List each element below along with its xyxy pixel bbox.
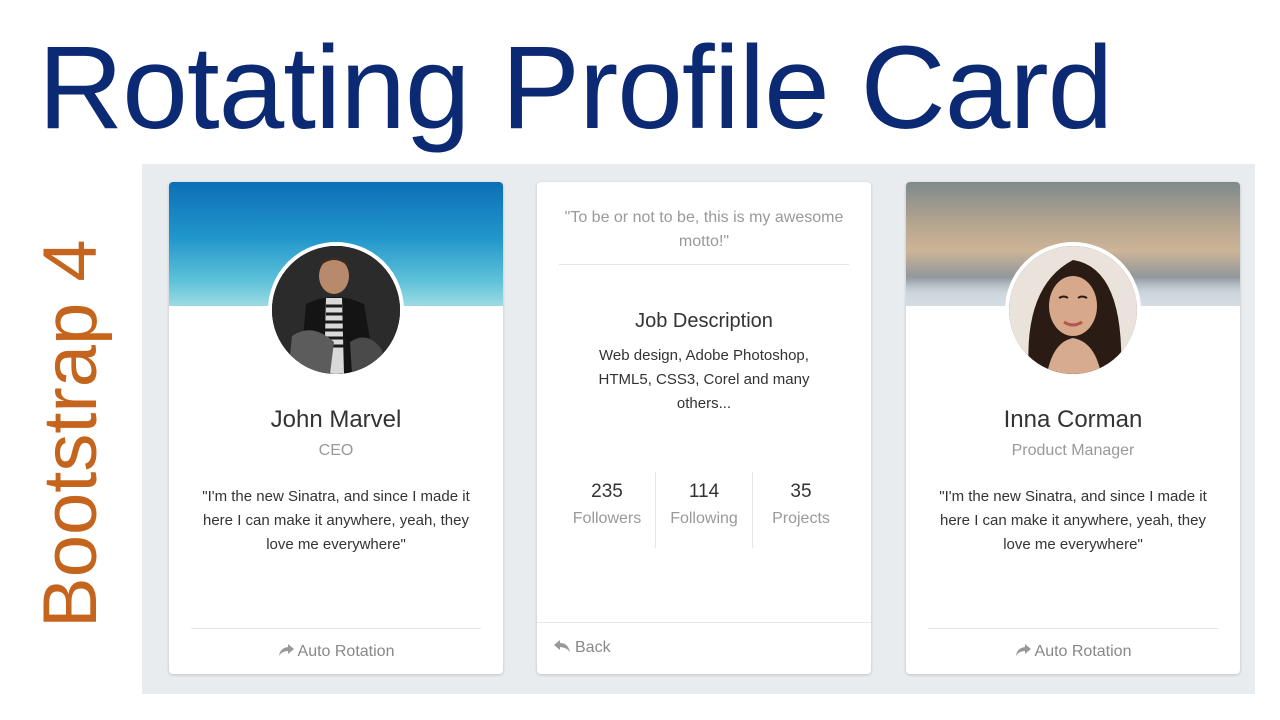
profile-quote: "I'm the new Sinatra, and since I made i…	[939, 488, 1207, 553]
side-title: Bootstrap 4	[28, 239, 113, 628]
profile-role: CEO	[318, 442, 354, 459]
stat-value: 35	[790, 481, 812, 502]
stat-value: 235	[591, 481, 623, 502]
stat-label: Projects	[772, 510, 830, 527]
profile-card-back: "To be or not to be, this is my awesome …	[537, 182, 871, 674]
profile-card-front-1: John Marvel CEO "I'm the new Sinatra, an…	[169, 182, 503, 674]
stats-row: 235 Followers 114 Following 35 Projects	[559, 472, 849, 548]
stat-followers: 235 Followers	[559, 472, 655, 548]
motto: "To be or not to be, this is my awesome …	[564, 209, 844, 250]
stat-value: 114	[688, 481, 720, 502]
avatar	[1005, 242, 1141, 378]
auto-rotation-link[interactable]: Auto Rotation	[928, 628, 1218, 662]
divider	[559, 264, 849, 265]
profile-role: Product Manager	[1011, 442, 1135, 459]
reply-icon	[553, 639, 571, 658]
auto-rotation-label: Auto Rotation	[1034, 643, 1132, 660]
job-title: Job Description	[635, 310, 773, 332]
profile-quote: "I'm the new Sinatra, and since I made i…	[202, 488, 470, 553]
stat-label: Followers	[572, 510, 642, 527]
stat-projects: 35 Projects	[752, 472, 849, 548]
avatar	[268, 242, 404, 378]
stat-label: Following	[670, 510, 738, 527]
auto-rotation-link[interactable]: Auto Rotation	[191, 628, 481, 662]
auto-rotation-label: Auto Rotation	[297, 643, 395, 660]
page-title: Rotating Profile Card	[38, 22, 1113, 154]
profile-name: Inna Corman	[1003, 406, 1143, 433]
share-icon	[1015, 643, 1031, 662]
back-label: Back	[575, 639, 611, 656]
back-link[interactable]: Back	[537, 622, 871, 658]
stat-following: 114 Following	[655, 472, 752, 548]
cards-stage: John Marvel CEO "I'm the new Sinatra, an…	[142, 164, 1255, 694]
profile-card-front-2: Inna Corman Product Manager "I'm the new…	[906, 182, 1240, 674]
profile-name: John Marvel	[270, 406, 402, 433]
share-icon	[278, 643, 294, 662]
job-description: Web design, Adobe Photoshop, HTML5, CSS3…	[598, 347, 810, 412]
